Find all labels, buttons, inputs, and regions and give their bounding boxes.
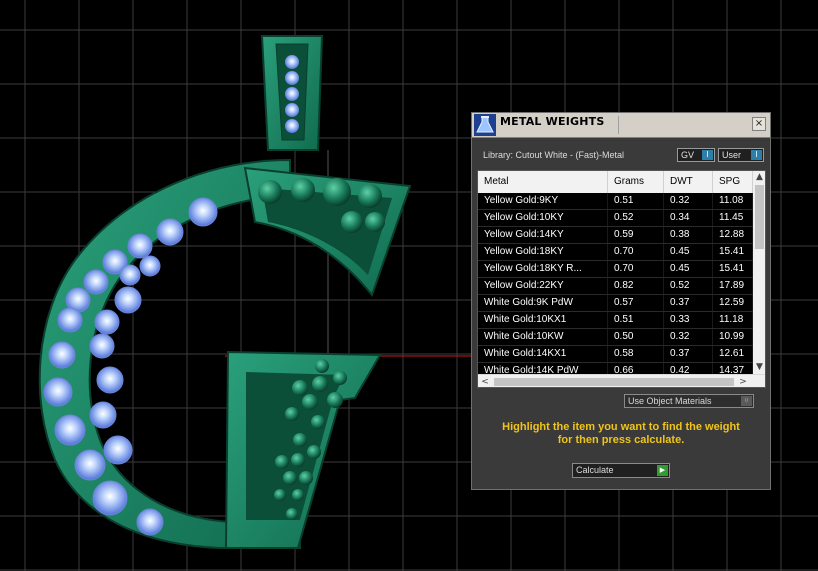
cell-dwt: 0.33 [664,312,713,328]
user-toggle-knob-icon: I [751,150,762,160]
table-row[interactable]: Yellow Gold:22KY 0.82 0.52 17.89 [478,278,753,295]
cell-metal: White Gold:9K PdW [478,295,608,311]
instruction-text: Highlight the item you want to find the … [472,421,770,447]
column-header-metal[interactable]: Metal [478,171,608,193]
dropdown-circle-icon: ○ [741,396,752,406]
cell-dwt: 0.52 [664,278,713,294]
scroll-down-icon[interactable]: ▼ [753,361,765,374]
cell-metal: Yellow Gold:14KY [478,227,608,243]
cell-spg: 12.61 [713,346,753,362]
material-source-dropdown[interactable]: Use Object Materials ○ [624,394,754,408]
instruction-line-1: Highlight the item you want to find the … [502,421,740,433]
cell-metal: Yellow Gold:10KY [478,210,608,226]
user-toggle[interactable]: User I [718,148,764,162]
column-header-dwt[interactable]: DWT [664,171,713,193]
cell-grams: 0.70 [608,261,664,277]
table-row[interactable]: Yellow Gold:18KY 0.70 0.45 15.41 [478,244,753,261]
table-body: Yellow Gold:9KY 0.51 0.32 11.08 Yellow Gold:… [478,193,753,380]
cell-spg: 11.18 [713,312,753,328]
table-row[interactable]: Yellow Gold:18KY R... 0.70 0.45 15.41 [478,261,753,278]
cell-dwt: 0.45 [664,244,713,260]
cell-metal: White Gold:14KX1 [478,346,608,362]
cell-grams: 0.52 [608,210,664,226]
table-row[interactable]: White Gold:10KX1 0.51 0.33 11.18 [478,312,753,329]
instruction-line-2: for then press calculate. [557,434,685,446]
cell-spg: 11.45 [713,210,753,226]
user-toggle-label: User [722,150,742,160]
cell-grams: 0.50 [608,329,664,345]
material-source-value: Use Object Materials [628,396,712,406]
cell-metal: Yellow Gold:22KY [478,278,608,294]
gv-toggle[interactable]: GV I [677,148,715,162]
cell-spg: 12.59 [713,295,753,311]
calculate-button[interactable]: Calculate ▶ [572,463,670,478]
cell-spg: 15.41 [713,244,753,260]
cell-metal: Yellow Gold:18KY [478,244,608,260]
table-row[interactable]: White Gold:9K PdW 0.57 0.37 12.59 [478,295,753,312]
cell-metal: Yellow Gold:18KY R... [478,261,608,277]
table-row[interactable]: Yellow Gold:14KY 0.59 0.38 12.88 [478,227,753,244]
cell-spg: 17.89 [713,278,753,294]
cell-metal: White Gold:10KX1 [478,312,608,328]
cell-dwt: 0.34 [664,210,713,226]
cell-grams: 0.51 [608,312,664,328]
cell-metal: White Gold:10KW [478,329,608,345]
cell-grams: 0.57 [608,295,664,311]
vertical-scrollbar[interactable]: ▲ ▼ [753,171,765,374]
cell-grams: 0.82 [608,278,664,294]
scroll-left-icon[interactable]: < [478,375,492,387]
pendant-model[interactable] [38,35,412,549]
close-button[interactable]: × [752,117,766,131]
cell-spg: 15.41 [713,261,753,277]
horizontal-scrollbar[interactable]: < > [478,374,765,387]
cell-dwt: 0.37 [664,346,713,362]
table-row[interactable]: Yellow Gold:9KY 0.51 0.32 11.08 [478,193,753,210]
cell-dwt: 0.32 [664,329,713,345]
table-header: Metal Grams DWT SPG [478,171,765,194]
titlebar-divider [618,116,619,134]
vertical-scroll-thumb[interactable] [755,185,764,249]
panel-title: METAL WEIGHTS [500,115,605,128]
column-header-grams[interactable]: Grams [608,171,664,193]
cell-spg: 12.88 [713,227,753,243]
cell-grams: 0.51 [608,193,664,209]
metal-weights-flask-icon [474,114,496,136]
cell-metal: Yellow Gold:9KY [478,193,608,209]
panel-titlebar[interactable]: METAL WEIGHTS × [472,113,770,138]
metal-table[interactable]: Metal Grams DWT SPG Yellow Gold:9KY 0.51 0… [477,170,766,388]
scroll-right-icon[interactable]: > [736,375,750,387]
cell-dwt: 0.38 [664,227,713,243]
horizontal-scroll-thumb[interactable] [494,378,734,386]
scroll-up-icon[interactable]: ▲ [753,171,765,184]
cell-grams: 0.58 [608,346,664,362]
gv-toggle-label: GV [681,150,695,160]
cell-spg: 10.99 [713,329,753,345]
cell-dwt: 0.32 [664,193,713,209]
play-arrow-icon: ▶ [657,465,668,476]
cell-grams: 0.59 [608,227,664,243]
cell-grams: 0.70 [608,244,664,260]
cell-dwt: 0.45 [664,261,713,277]
table-row[interactable]: White Gold:10KW 0.50 0.32 10.99 [478,329,753,346]
table-row[interactable]: Yellow Gold:10KY 0.52 0.34 11.45 [478,210,753,227]
calculate-label: Calculate [576,465,614,475]
gv-toggle-knob-icon: I [702,150,713,160]
column-header-spg[interactable]: SPG [713,171,753,193]
cell-spg: 11.08 [713,193,753,209]
cell-dwt: 0.37 [664,295,713,311]
library-label: Library: Cutout White - (Fast)-Metal [483,150,625,160]
metal-weights-panel: METAL WEIGHTS × Library: Cutout White - … [471,112,771,490]
table-row[interactable]: White Gold:14KX1 0.58 0.37 12.61 [478,346,753,363]
